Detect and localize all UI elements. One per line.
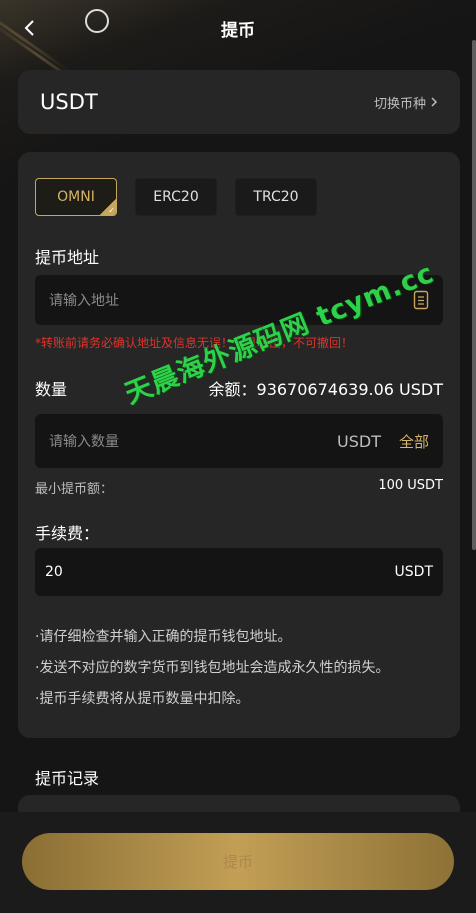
coin-selector[interactable]: USDT 切换币种 <box>18 70 460 134</box>
chevron-right-icon <box>431 97 438 107</box>
fee-label: 手续费： <box>35 524 100 543</box>
back-icon[interactable] <box>20 16 40 40</box>
records-title: 提币记录 <box>35 769 100 788</box>
note-item: ·发送不对应的数字货币到钱包地址会造成永久性的损失。 <box>35 660 390 676</box>
fee-unit: USDT <box>394 564 433 580</box>
chain-label: TRC20 <box>253 189 299 205</box>
quantity-label: 数量 <box>35 380 68 399</box>
chain-option-omni[interactable]: OMNI ✓ <box>35 178 117 216</box>
min-withdraw-row: 最小提币额： 100 USDT <box>35 478 443 497</box>
status-circle-icon <box>85 9 109 33</box>
min-withdraw-value: 100 USDT <box>378 478 443 493</box>
all-button[interactable]: 全部 <box>399 431 429 452</box>
chain-selector: OMNI ✓ ERC20 TRC20 <box>35 178 317 216</box>
note-item: ·提币手续费将从提币数量中扣除。 <box>35 691 250 707</box>
chain-label: OMNI <box>57 189 95 205</box>
quantity-input[interactable]: 请输入数量 <box>49 431 337 451</box>
balance-text: 余额：93670674639.06 USDT <box>208 380 443 399</box>
address-input[interactable]: 请输入地址 <box>49 290 119 310</box>
submit-label: 提币 <box>222 853 253 871</box>
withdraw-form: OMNI ✓ ERC20 TRC20 提币地址 请输入地址 *转账前请务必确认地… <box>18 152 460 738</box>
address-label: 提币地址 <box>35 248 100 267</box>
fee-field: 20 USDT <box>35 548 443 596</box>
coin-name: USDT <box>40 90 98 114</box>
fee-value: 20 <box>45 564 63 580</box>
quantity-field[interactable]: 请输入数量 USDT 全部 <box>35 414 443 468</box>
note-item: ·请仔细检查并输入正确的提币钱包地址。 <box>35 629 292 645</box>
page-title: 提币 <box>221 20 255 41</box>
switch-coin-label: 切换币种 <box>373 96 426 112</box>
checkmark-icon: ✓ <box>100 199 116 215</box>
chain-label: ERC20 <box>153 189 199 205</box>
chain-option-trc20[interactable]: TRC20 <box>235 178 317 216</box>
notes-list: ·请仔细检查并输入正确的提币钱包地址。 ·发送不对应的数字货币到钱包地址会造成永… <box>35 622 389 715</box>
scrollbar[interactable] <box>472 40 476 550</box>
chain-option-erc20[interactable]: ERC20 <box>135 178 217 216</box>
submit-button[interactable]: 提币 <box>22 833 454 890</box>
quantity-unit: USDT <box>337 431 381 451</box>
min-withdraw-label: 最小提币额： <box>35 482 114 497</box>
header: 提币 <box>0 0 476 56</box>
switch-coin-button[interactable]: 切换币种 <box>374 93 438 112</box>
